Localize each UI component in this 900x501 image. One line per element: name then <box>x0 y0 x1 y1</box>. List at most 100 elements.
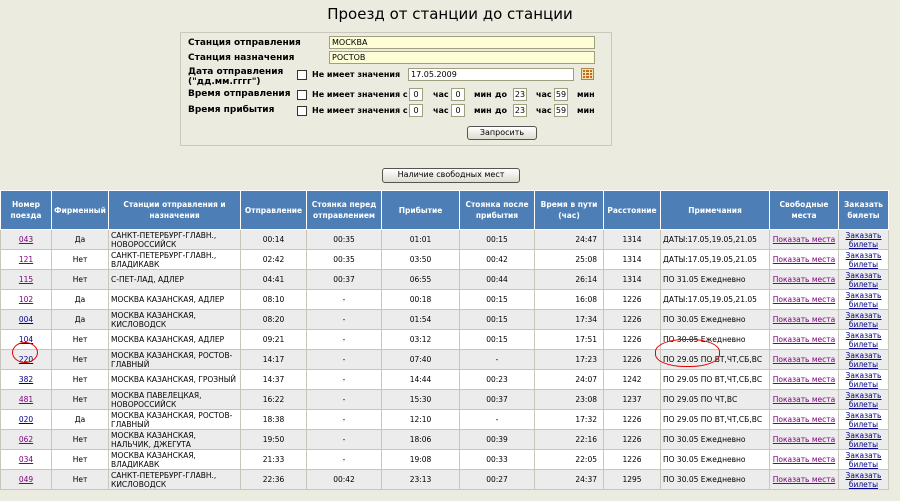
show-seats-link[interactable]: Показать места <box>773 395 835 404</box>
arr-min-label: мин <box>474 106 492 115</box>
train-number-link[interactable]: 049 <box>19 475 33 484</box>
stop-after-cell: - <box>459 409 535 430</box>
train-number-link[interactable]: 115 <box>19 275 33 284</box>
date-any-checkbox[interactable] <box>297 70 307 80</box>
train-number-cell: 115 <box>0 269 52 290</box>
dep-min-from-input[interactable]: 0 <box>451 88 465 101</box>
show-seats-link[interactable]: Показать места <box>773 295 835 304</box>
order-tickets-link[interactable]: Заказать билеты <box>846 371 882 389</box>
show-seats-link[interactable]: Показать места <box>773 435 835 444</box>
order-tickets-link[interactable]: Заказать билеты <box>846 331 882 349</box>
travel-time-cell: 17:51 <box>534 329 604 350</box>
arrival-cell: 06:55 <box>381 269 460 290</box>
firm-cell: Нет <box>51 269 109 290</box>
seats-cell: Показать места <box>769 369 839 390</box>
route-cell: МОСКВА КАЗАНСКАЯ, КИСЛОВОДСК <box>108 309 241 330</box>
order-tickets-link[interactable]: Заказать билеты <box>846 451 882 469</box>
order-tickets-link[interactable]: Заказать билеты <box>846 431 882 449</box>
show-seats-link[interactable]: Показать места <box>773 275 835 284</box>
arr-min-from-input[interactable]: 0 <box>451 104 465 117</box>
arr-hour-label: час <box>433 106 449 115</box>
distance-cell: 1295 <box>603 469 661 490</box>
train-number-cell: 121 <box>0 249 52 270</box>
arr-min-to-input[interactable]: 59 <box>554 104 568 117</box>
arr-hour-from-input[interactable]: 0 <box>409 104 423 117</box>
dep-min-to-input[interactable]: 59 <box>554 88 568 101</box>
order-tickets-link[interactable]: Заказать билеты <box>846 411 882 429</box>
train-number-link[interactable]: 020 <box>19 415 33 424</box>
order-tickets-link[interactable]: Заказать билеты <box>846 271 882 289</box>
show-seats-link[interactable]: Показать места <box>773 475 835 484</box>
submit-button[interactable]: Запросить <box>467 126 537 140</box>
firm-cell: Да <box>51 229 109 250</box>
train-number-link[interactable]: 102 <box>19 295 33 304</box>
firm-cell: Да <box>51 289 109 310</box>
stop-after-cell: 00:23 <box>459 369 535 390</box>
stop-before-cell: 00:35 <box>306 229 382 250</box>
show-seats-link[interactable]: Показать места <box>773 315 835 324</box>
from-station-input[interactable]: МОСКВА <box>329 36 595 49</box>
show-seats-link[interactable]: Показать места <box>773 415 835 424</box>
distance-cell: 1226 <box>603 449 661 470</box>
order-cell: Заказать билеты <box>838 389 889 410</box>
departure-cell: 18:38 <box>240 409 307 430</box>
train-number-link[interactable]: 121 <box>19 255 33 264</box>
order-tickets-link[interactable]: Заказать билеты <box>846 311 882 329</box>
show-seats-link[interactable]: Показать места <box>773 375 835 384</box>
col-header: Примечания <box>660 190 770 230</box>
dep-hour-to-input[interactable]: 23 <box>513 88 527 101</box>
train-number-link[interactable]: 382 <box>19 375 33 384</box>
travel-time-cell: 24:37 <box>534 469 604 490</box>
table-row: 481 Нет МОСКВА ПАВЕЛЕЦКАЯ, НОВОРОССИЙСК 16:… <box>0 389 889 410</box>
calendar-icon[interactable] <box>581 68 594 80</box>
show-seats-link[interactable]: Показать места <box>773 455 835 464</box>
highlight-circle-note <box>655 339 720 367</box>
order-tickets-link[interactable]: Заказать билеты <box>846 471 882 489</box>
order-tickets-link[interactable]: Заказать билеты <box>846 251 882 269</box>
distance-cell: 1237 <box>603 389 661 410</box>
order-tickets-link[interactable]: Заказать билеты <box>846 291 882 309</box>
notes-cell: ПО 30.05 Ежедневно <box>660 429 770 450</box>
show-seats-link[interactable]: Показать места <box>773 235 835 244</box>
travel-time-cell: 22:05 <box>534 449 604 470</box>
table-row: 382 Нет МОСКВА КАЗАНСКАЯ, ГРОЗНЫЙ 14:37-14:… <box>0 369 889 390</box>
order-tickets-link[interactable]: Заказать билеты <box>846 231 882 249</box>
departure-cell: 08:10 <box>240 289 307 310</box>
arrival-cell: 07:40 <box>381 349 460 370</box>
order-tickets-link[interactable]: Заказать билеты <box>846 391 882 409</box>
stop-before-cell: 00:42 <box>306 469 382 490</box>
stop-after-cell: 00:15 <box>459 329 535 350</box>
col-header: Расстояние <box>603 190 661 230</box>
dep-time-any-checkbox[interactable] <box>297 90 307 100</box>
train-number-link[interactable]: 043 <box>19 235 33 244</box>
arrival-cell: 18:06 <box>381 429 460 450</box>
availability-button[interactable]: Наличие свободных мест <box>382 168 520 183</box>
departure-cell: 16:22 <box>240 389 307 410</box>
arr-time-any-checkbox[interactable] <box>297 106 307 116</box>
train-number-link[interactable]: 481 <box>19 395 33 404</box>
order-cell: Заказать билеты <box>838 369 889 390</box>
dep-hour-from-input[interactable]: 0 <box>409 88 423 101</box>
table-row: 220 Нет МОСКВА КАЗАНСКАЯ, РОСТОВ-ГЛАВНЫЙ 14… <box>0 349 889 370</box>
stop-after-cell: - <box>459 349 535 370</box>
seats-cell: Показать места <box>769 329 839 350</box>
train-number-link[interactable]: 034 <box>19 455 33 464</box>
col-header: Заказать билеты <box>838 190 889 230</box>
to-station-input[interactable]: РОСТОВ <box>329 51 595 64</box>
arr-hour-to-input[interactable]: 23 <box>513 104 527 117</box>
arr-hour-to-label: час <box>536 106 552 115</box>
table-row: 020 Да МОСКВА КАЗАНСКАЯ, РОСТОВ-ГЛАВНЫЙ 18:… <box>0 409 889 430</box>
col-header: Номер поезда <box>0 190 52 230</box>
show-seats-link[interactable]: Показать места <box>773 255 835 264</box>
distance-cell: 1226 <box>603 409 661 430</box>
route-cell: МОСКВА КАЗАНСКАЯ, АДЛЕР <box>108 329 241 350</box>
train-number-link[interactable]: 062 <box>19 435 33 444</box>
date-input[interactable]: 17.05.2009 <box>408 68 574 81</box>
from-station-label: Станция отправления <box>188 38 301 48</box>
show-seats-link[interactable]: Показать места <box>773 335 835 344</box>
order-tickets-link[interactable]: Заказать билеты <box>846 351 882 369</box>
table-row: 062 Нет МОСКВА КАЗАНСКАЯ, НАЛЬЧИК, ДЖЕГУТА… <box>0 429 889 450</box>
show-seats-link[interactable]: Показать места <box>773 355 835 364</box>
train-number-link[interactable]: 004 <box>19 315 33 324</box>
notes-cell: ПО 29.05 ПО ВТ,ЧТ,СБ,ВС <box>660 409 770 430</box>
